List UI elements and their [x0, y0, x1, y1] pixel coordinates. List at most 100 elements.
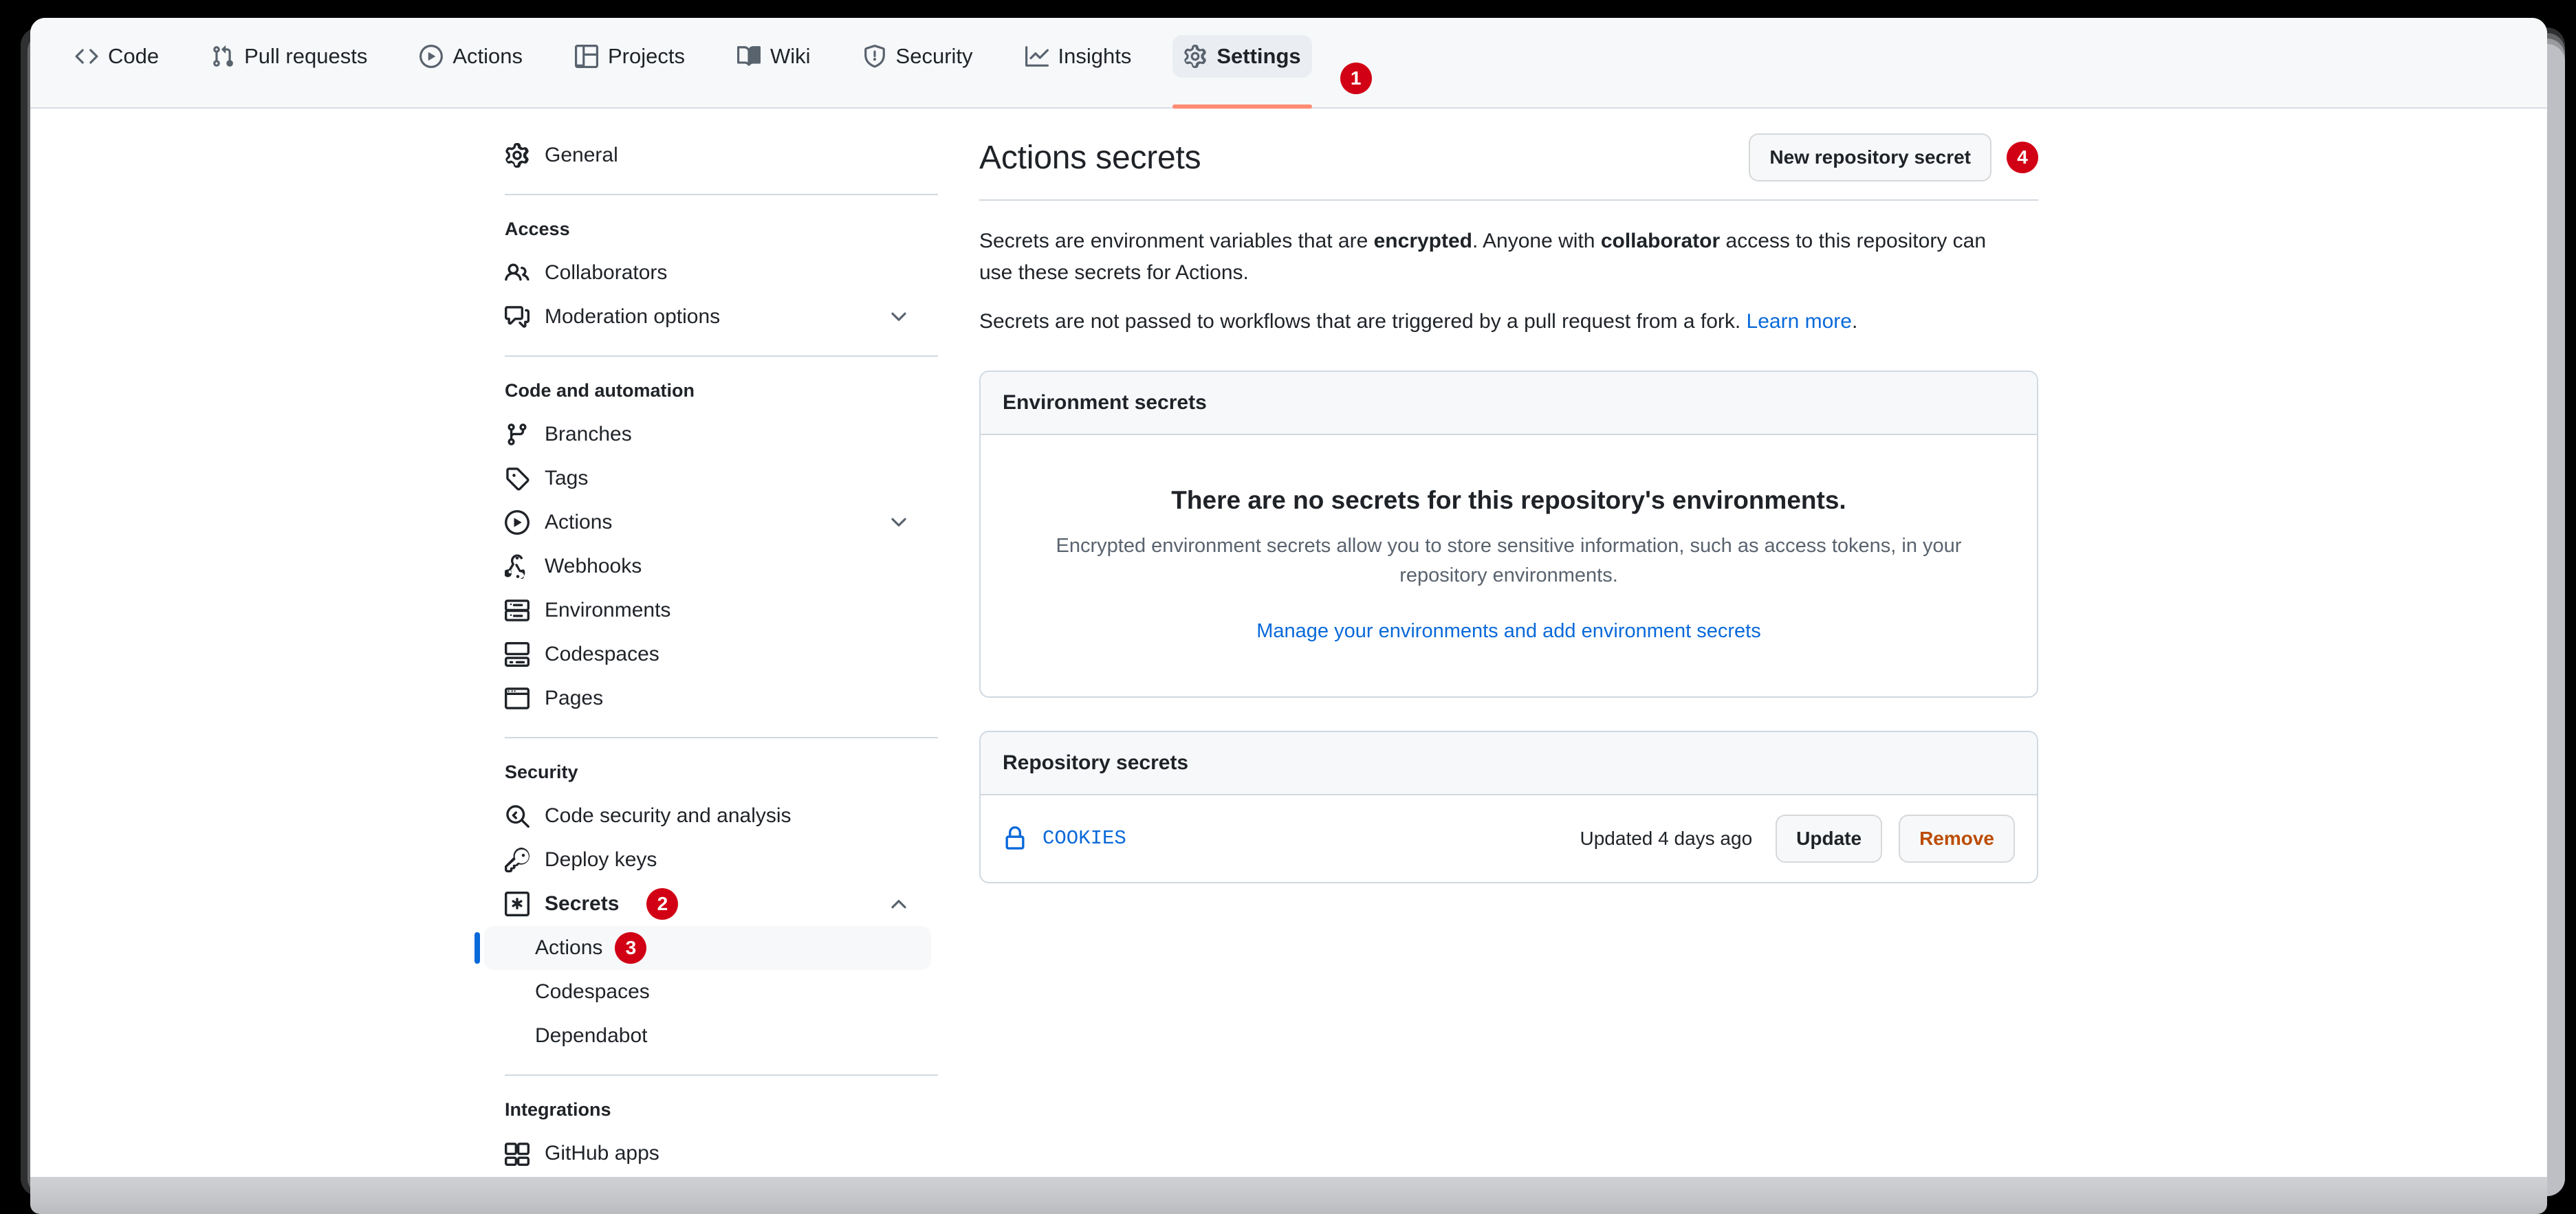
intro-text-a: Secrets are environment variables that a…: [979, 230, 1374, 252]
shield-icon: [863, 45, 886, 68]
secret-row-actions: Updated 4 days ago Update Remove: [1580, 815, 2015, 863]
repo-tab-label: Insights: [1058, 44, 1132, 69]
server-icon: [505, 598, 530, 623]
sidebar-divider: [505, 737, 938, 738]
chevron-down-icon[interactable]: [887, 305, 910, 329]
sidebar-item-general[interactable]: General: [484, 133, 931, 177]
manage-environments-link[interactable]: Manage your environments and add environ…: [1256, 620, 1760, 643]
asterisk-key-icon: [505, 892, 530, 916]
intro-paragraph-1: Secrets are environment variables that a…: [979, 225, 1997, 288]
main-header: Actions secrets New repository secret 4: [979, 133, 2038, 201]
intro-text-c: . Anyone with: [1472, 230, 1601, 252]
sidebar-divider: [505, 1074, 938, 1076]
sidebar-item-github-apps[interactable]: GitHub apps: [484, 1132, 931, 1176]
repo-tab-label: Projects: [608, 44, 685, 69]
repo-tab-wiki[interactable]: Wiki: [713, 18, 835, 107]
repo-tab-label: Security: [896, 44, 973, 69]
git-branch-icon: [505, 422, 530, 447]
sidebar-subitem-label: Dependabot: [535, 1024, 647, 1048]
gear-icon: [505, 143, 530, 168]
repo-tab-actions[interactable]: Actions: [395, 18, 547, 107]
sidebar-item-label: GitHub apps: [545, 1142, 659, 1165]
learn-more-link[interactable]: Learn more: [1747, 310, 1852, 333]
sidebar-item-label: Environments: [545, 599, 670, 622]
secret-updated-text: Updated 4 days ago: [1580, 828, 1753, 850]
sidebar-item-deploy-keys[interactable]: Deploy keys: [484, 838, 931, 882]
codespaces-icon: [505, 642, 530, 667]
remove-secret-button[interactable]: Remove: [1899, 815, 2015, 863]
repo-tab-insights[interactable]: Insights: [1001, 18, 1156, 107]
sidebar-item-pages[interactable]: Pages: [484, 676, 931, 720]
window-bottom-strip: [30, 1177, 2547, 1214]
code-search-icon: [505, 804, 530, 828]
repo-tab-label: Pull requests: [244, 44, 367, 69]
sidebar-item-branches[interactable]: Branches: [484, 412, 931, 456]
sidebar-item-label: Secrets: [545, 892, 619, 916]
sidebar-subitem-codespaces[interactable]: Codespaces: [484, 970, 931, 1014]
sidebar-item-codespaces[interactable]: Codespaces: [484, 632, 931, 676]
sidebar-item-code-security-and-analysis[interactable]: Code security and analysis: [484, 794, 931, 838]
sidebar-item-moderation-options[interactable]: Moderation options: [484, 295, 931, 339]
desktop-background: Code Pull requests Actions Projects Wiki Secu…: [0, 0, 2576, 1214]
lock-icon: [1003, 826, 1027, 851]
marker-badge-2: 2: [646, 888, 678, 920]
sidebar-section-heading: Access: [484, 212, 938, 247]
table-icon: [575, 45, 598, 68]
sidebar-section-heading: Security: [484, 755, 938, 790]
gear-icon: [1183, 45, 1207, 68]
repo-tab-projects[interactable]: Projects: [551, 18, 709, 107]
update-secret-button[interactable]: Update: [1776, 815, 1882, 863]
sidebar-section-heading: Code and automation: [484, 373, 938, 408]
people-icon: [505, 261, 530, 285]
repo-tab-code[interactable]: Code: [51, 18, 183, 107]
sidebar-subitem-label: Codespaces: [535, 980, 650, 1004]
sidebar-item-label: Moderation options: [545, 305, 720, 329]
sidebar-item-tags[interactable]: Tags: [484, 456, 931, 500]
sidebar-item-label: Branches: [545, 423, 632, 446]
code-icon: [75, 45, 98, 68]
sidebar-item-environments[interactable]: Environments: [484, 588, 931, 632]
repository-nav: Code Pull requests Actions Projects Wiki Secu…: [30, 18, 2547, 109]
sidebar-item-collaborators[interactable]: Collaborators: [484, 251, 931, 295]
marker-badge-4: 4: [2007, 142, 2038, 173]
settings-sidebar: General Access Collaborators Moderation opt…: [484, 133, 938, 1195]
secret-identity: COOKIES: [1003, 826, 1126, 851]
sidebar-item-webhooks[interactable]: Webhooks: [484, 544, 931, 588]
sidebar-item-label: Codespaces: [545, 643, 659, 666]
intro-bold-collaborator: collaborator: [1601, 230, 1720, 252]
intro-bold-encrypted: encrypted: [1374, 230, 1472, 252]
sidebar-item-label: General: [545, 144, 618, 167]
repo-tab-label: Settings: [1216, 44, 1300, 69]
sidebar-item-label: Code security and analysis: [545, 804, 792, 828]
key-icon: [505, 848, 530, 872]
marker-badge-3: 3: [615, 932, 646, 964]
webhook-icon: [505, 554, 530, 579]
sidebar-item-secrets[interactable]: Secrets 2: [484, 882, 931, 926]
sidebar-item-actions[interactable]: Actions: [484, 500, 931, 544]
repo-tab-label: Wiki: [770, 44, 811, 69]
repository-nav-list: Code Pull requests Actions Projects Wiki Secu…: [51, 18, 1372, 107]
repo-tab-settings[interactable]: Settings: [1159, 18, 1324, 107]
repo-tab-security[interactable]: Security: [839, 18, 997, 107]
new-repository-secret-button[interactable]: New repository secret: [1749, 133, 1991, 181]
sidebar-subitem-dependabot[interactable]: Dependabot: [484, 1014, 931, 1058]
repository-secrets-list: COOKIES Updated 4 days ago Update Remove: [981, 795, 2037, 882]
chevron-up-icon[interactable]: [887, 892, 910, 916]
tag-icon: [505, 466, 530, 491]
repo-tab-pull-requests[interactable]: Pull requests: [187, 18, 391, 107]
sidebar-subitem-actions[interactable]: Actions3: [484, 926, 931, 970]
blankslate-description: Encrypted environment secrets allow you …: [1048, 531, 1969, 591]
book-icon: [737, 45, 761, 68]
header-actions: New repository secret 4: [1749, 133, 2038, 181]
blankslate-title: There are no secrets for this repository…: [1022, 486, 1996, 515]
environment-secrets-header: Environment secrets: [981, 372, 2037, 435]
secret-row: COOKIES Updated 4 days ago Update Remove: [981, 795, 2037, 882]
intro2-text-b: .: [1852, 310, 1857, 333]
git-pull-request-icon: [211, 45, 234, 68]
intro2-text-a: Secrets are not passed to workflows that…: [979, 310, 1747, 333]
secret-name-link[interactable]: COOKIES: [1043, 827, 1126, 850]
chevron-down-icon[interactable]: [887, 511, 910, 534]
sidebar-divider: [505, 194, 938, 195]
page-title: Actions secrets: [979, 139, 1201, 177]
repository-secrets-header: Repository secrets: [981, 732, 2037, 795]
